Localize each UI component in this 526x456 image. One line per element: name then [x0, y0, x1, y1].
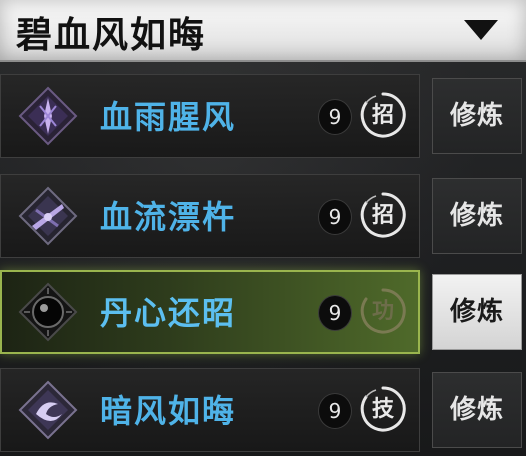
- skill-type-label: 招: [371, 102, 394, 128]
- skill-type-label: 招: [371, 202, 394, 228]
- skill-type-badge: 功: [358, 286, 408, 336]
- skill-type-label: 技: [371, 396, 394, 422]
- purple-swirl-diamond-icon: [18, 380, 78, 440]
- skill-type-badge: 招: [358, 190, 408, 240]
- ear-icon: 9: [318, 393, 352, 429]
- train-button[interactable]: 修炼: [432, 178, 522, 254]
- skill-set-dropdown[interactable]: 碧血风如晦: [0, 0, 526, 62]
- skill-name: 血雨腥风: [100, 98, 237, 136]
- skill-row-1[interactable]: 血雨腥风 9 招 修炼: [0, 74, 526, 158]
- black-orb-diamond-icon: [18, 282, 78, 342]
- train-button[interactable]: 修炼: [432, 78, 522, 154]
- skill-name: 丹心还昭: [100, 294, 237, 332]
- skill-type-badge: 招: [358, 90, 408, 140]
- purple-blade-diamond-icon: [18, 186, 78, 246]
- ear-icon: 9: [318, 199, 352, 235]
- train-button[interactable]: 修炼: [432, 274, 522, 350]
- skill-name: 血流漂杵: [100, 198, 237, 236]
- ear-icon: 9: [318, 295, 352, 331]
- skill-name: 暗风如晦: [100, 392, 237, 430]
- skill-panel: 碧血风如晦 血雨腥风 9 招 修炼 血流漂杵 9 招 修炼 丹心还昭 9 功 修…: [0, 0, 526, 456]
- train-button[interactable]: 修炼: [432, 372, 522, 448]
- skill-type-badge: 技: [358, 384, 408, 434]
- skill-set-title: 碧血风如晦: [16, 14, 207, 56]
- skill-row-3[interactable]: 丹心还昭 9 功 修炼: [0, 270, 526, 354]
- dropdown-triangle-icon[interactable]: [464, 20, 498, 40]
- skill-row-2[interactable]: 血流漂杵 9 招 修炼: [0, 174, 526, 258]
- purple-crystal-diamond-icon: [18, 86, 78, 146]
- skill-row-4[interactable]: 暗风如晦 9 技 修炼: [0, 368, 526, 452]
- skill-type-label: 功: [371, 298, 394, 324]
- ear-icon: 9: [318, 99, 352, 135]
